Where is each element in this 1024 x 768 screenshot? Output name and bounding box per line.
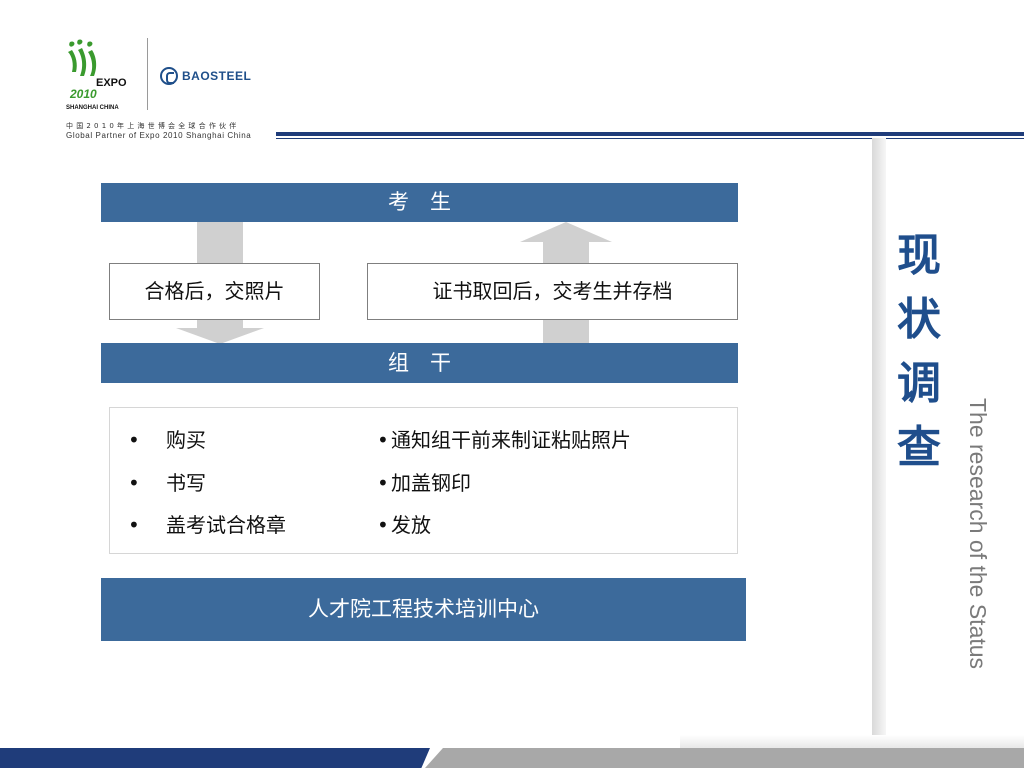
title-char: 查 [897,422,941,473]
slide-subtitle-vertical: The research of the Status [965,398,991,670]
training-center-bar: 人才院工程技术培训中心 [101,578,746,641]
list-item: • 发放 [377,513,431,537]
footer-fade [680,735,1024,748]
svg-text:EXPO: EXPO [96,77,127,89]
header-rule-thin [276,138,1024,139]
footer-band-navy [0,748,430,768]
expo-2010-logo: EXPO 2010 SHANGHAI CHINA [66,39,127,111]
list-item: • 通知组干前来制证粘贴照片 [377,428,631,452]
list-item: • 购买 [128,428,206,452]
up-arrow-icon [520,222,612,242]
svg-text:2010: 2010 [69,87,97,101]
archive-certificate-box: 证书取回后，交考生并存档 [367,263,738,320]
title-char: 状 [897,294,941,345]
task-list-box: • 购买 • 书写 • 盖考试合格章 • 通知组干前来制证粘贴照片 • 加盖钢印 • 发放 [109,407,738,554]
logo-separator [147,38,148,110]
header-rule-thick [276,132,1024,136]
submit-photo-box: 合格后，交照片 [109,263,320,320]
footer-band-gray [425,748,1024,768]
baosteel-mark-icon [160,67,178,85]
title-char: 调 [897,358,941,409]
list-item: • 加盖钢印 [377,471,471,495]
title-char: 现 [897,230,941,281]
slide-title-vertical: 现 状 调 查 [880,224,958,480]
svg-text:SHANGHAI CHINA: SHANGHAI CHINA [66,105,119,111]
organizer-bar: 组 干 [101,343,738,383]
down-arrow-icon [176,328,264,344]
candidate-bar: 考 生 [101,183,738,222]
baosteel-name: BAOSTEEL [182,69,252,83]
list-item: • 盖考试合格章 [128,513,286,537]
list-item: • 书写 [128,471,206,495]
partner-tagline-cn: 中国2010年上海世博会全球合作伙伴 [66,122,240,130]
partner-tagline-en: Global Partner of Expo 2010 Shanghai Chi… [66,131,252,140]
